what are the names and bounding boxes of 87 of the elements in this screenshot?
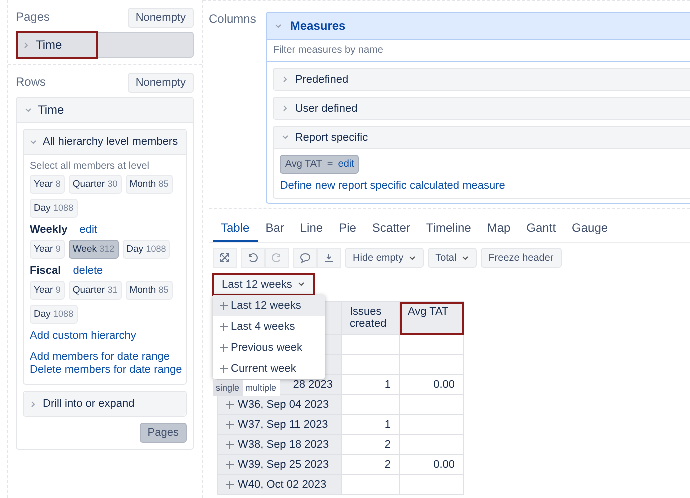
level-button[interactable]: Year 8 [30,175,65,194]
download-icon[interactable] [317,248,341,268]
date-range-link[interactable]: Delete members for date range [30,364,180,376]
dimension-header[interactable]: Time [17,98,193,123]
date-range-link[interactable]: Add members for date range [30,351,180,363]
plus-icon [220,302,228,310]
table-cell: 2 [384,458,391,470]
chevron-down-icon [275,22,282,30]
plus-icon [220,344,228,352]
plus-icon [226,480,234,488]
folder-header[interactable]: Predefined [274,69,690,90]
measure-chip[interactable]: Avg TAT = edit [280,155,360,174]
table-cell: 0.00 [434,378,455,390]
hint-text: Select all members at level [30,161,150,172]
total-button[interactable]: Total [428,248,477,268]
chevron-down-icon [30,138,37,146]
menu-item[interactable]: Last 12 weeks [213,295,325,316]
hierarchy-action-link[interactable]: delete [73,265,104,277]
table-cell: 1 [384,418,391,430]
column-header: Issues created [342,302,400,334]
hide-empty-button[interactable]: Hide empty [345,248,424,268]
level-button[interactable]: Month 85 [126,281,173,300]
view-tab[interactable]: Gauge [564,219,616,242]
period-dropdown[interactable]: Last 12 weeks [213,274,314,295]
chevron-down-icon [282,134,290,141]
level-button[interactable]: Quarter 31 [68,281,122,300]
caret-icon [462,256,469,260]
plus-icon [226,420,234,428]
level-button[interactable]: Day 1088 [30,199,78,218]
level-button[interactable]: Month 85 [126,175,173,194]
level-button[interactable]: Week 312 [68,240,119,259]
folder-header[interactable]: User defined [274,98,690,119]
fullscreen-icon[interactable] [213,248,237,268]
mode-toggle[interactable]: single [213,380,243,396]
undo-icon[interactable] [241,248,265,268]
menu-item[interactable]: Last 4 weeks [213,316,325,337]
measures-header[interactable]: Measures [267,13,690,40]
freeze-header-button[interactable]: Freeze header [480,248,562,268]
plus-icon [226,440,234,448]
folder-header[interactable]: Report specific [274,127,690,149]
define-measure-link[interactable]: Define new report specific calculated measure [280,180,506,192]
table-cell: 1 [384,378,391,390]
nonempty-button[interactable]: Nonempty [128,8,194,28]
pages-button[interactable]: Pages [140,423,187,443]
level-button[interactable]: Day 1088 [30,305,78,324]
level-button[interactable]: Day 1088 [122,240,170,259]
custom-hierarchy-link[interactable]: Add custom hierarchy [30,330,180,342]
hierarchy-title: Weekly [30,224,68,236]
section-label: Rows [16,75,46,89]
chevron-right-icon [282,76,290,83]
level-button[interactable]: Year 9 [30,281,65,300]
section-label: Pages [16,10,50,24]
drill-header[interactable]: Drill into or expand [24,392,186,416]
comment-icon[interactable] [293,248,317,268]
caret-icon [408,256,416,260]
menu-item[interactable]: Previous week [213,337,325,358]
view-tab[interactable]: Gantt [518,219,564,242]
plus-icon [226,400,234,408]
hierarchy-header[interactable]: All hierarchy level members [24,130,186,155]
chevron-down-icon [25,106,32,114]
column-header: Avg TAT [400,302,464,334]
plus-icon [220,364,228,372]
row-header[interactable]: 28 2023 [293,378,333,390]
view-tab[interactable]: Scatter [364,219,418,242]
nonempty-button[interactable]: Nonempty [128,73,194,93]
table-cell: 0.00 [434,458,455,470]
menu-item[interactable]: Current week [213,358,325,379]
mode-toggle[interactable]: multiple [242,380,280,396]
chevron-right-icon [23,42,30,48]
view-tab[interactable]: Pie [331,219,364,242]
plus-icon [220,322,228,330]
plus-icon [226,460,234,468]
chevron-right-icon [30,400,37,408]
view-tab[interactable]: Timeline [418,219,480,242]
view-tab[interactable]: Line [292,219,332,242]
dimension-bar[interactable]: Time [16,32,194,58]
hierarchy-title: Fiscal [30,265,62,277]
view-tab[interactable]: Table [213,219,258,242]
level-button[interactable]: Year 9 [30,240,65,259]
table-cell: 2 [384,438,391,450]
view-tab[interactable]: Map [479,219,519,242]
chevron-right-icon [282,105,290,112]
section-label: Columns [209,12,256,28]
hierarchy-action-link[interactable]: edit [80,224,98,236]
caret-icon [298,282,306,287]
view-tab[interactable]: Bar [258,219,292,242]
level-button[interactable]: Quarter 30 [68,175,122,194]
